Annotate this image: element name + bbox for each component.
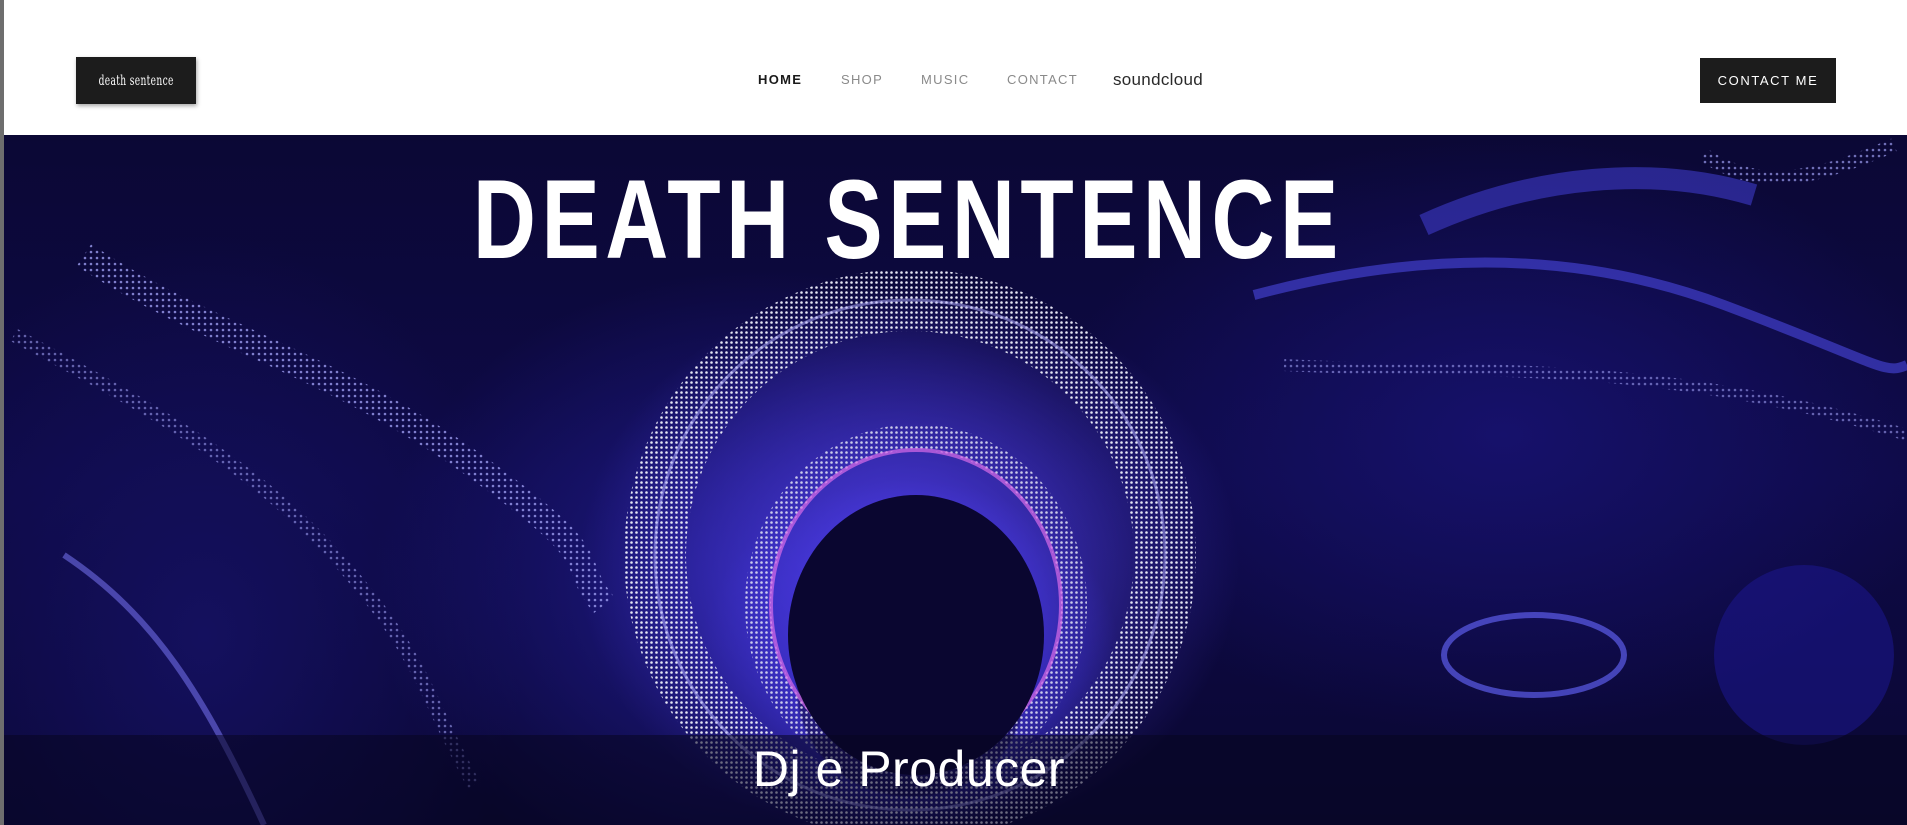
nav-home[interactable]: HOME xyxy=(758,72,802,87)
nav-shop[interactable]: SHOP xyxy=(841,72,883,87)
hero-title: DEATH SENTENCE xyxy=(472,157,1344,282)
hero-subtitle: Dj e Producer xyxy=(752,741,1066,797)
window-edge xyxy=(0,0,4,825)
main-nav: HOME SHOP MUSIC CONTACT soundcloud xyxy=(4,70,1907,92)
site-header: death sentence HOME SHOP MUSIC CONTACT s… xyxy=(4,0,1907,135)
nav-soundcloud[interactable]: soundcloud xyxy=(1113,70,1203,90)
nav-contact[interactable]: CONTACT xyxy=(1007,72,1078,87)
contact-me-button[interactable]: CONTACT ME xyxy=(1700,58,1836,103)
hero-banner: DEATH SENTENCE Dj e Producer xyxy=(4,135,1907,825)
nav-music[interactable]: MUSIC xyxy=(921,72,969,87)
